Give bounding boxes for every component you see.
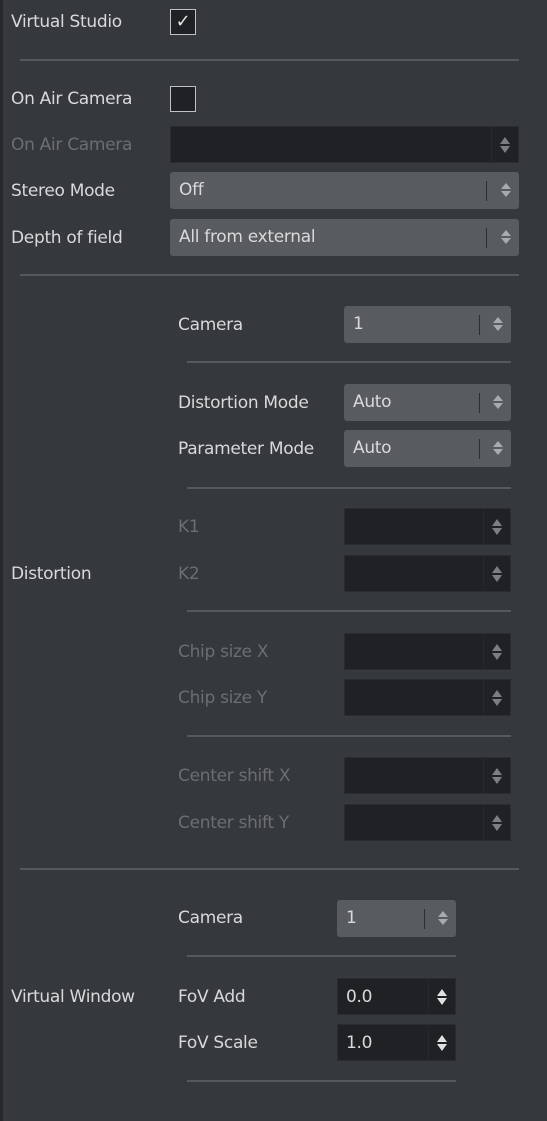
- fov-scale-spinbox[interactable]: 1.0: [337, 1024, 456, 1061]
- vw-camera-label: Camera: [178, 908, 243, 928]
- distortion-camera-label: Camera: [178, 315, 243, 335]
- stereo-mode-label: Stereo Mode: [11, 181, 115, 201]
- k2-label: K2: [178, 564, 200, 584]
- stereo-mode-dropdown[interactable]: Off: [170, 172, 519, 209]
- divider: [187, 610, 511, 612]
- chevron-updown-icon: [499, 180, 513, 200]
- divider: [187, 955, 456, 957]
- panel-border: [0, 0, 3, 1121]
- divider: [20, 274, 519, 276]
- distortion-mode-label: Distortion Mode: [178, 393, 309, 413]
- spin-arrows-icon[interactable]: [490, 517, 504, 537]
- spin-arrows-icon[interactable]: [435, 1033, 449, 1053]
- divider: [187, 361, 511, 363]
- fov-add-spinbox[interactable]: 0.0: [337, 978, 456, 1015]
- k2-spinbox[interactable]: [344, 555, 511, 592]
- divider: [20, 868, 519, 870]
- spin-arrows-icon[interactable]: [490, 642, 504, 662]
- k1-spinbox[interactable]: [344, 508, 511, 545]
- vw-camera-dropdown[interactable]: 1: [337, 900, 456, 937]
- virtual-studio-checkbox[interactable]: ✓: [170, 9, 196, 35]
- virtual-studio-label: Virtual Studio: [11, 12, 122, 32]
- chevron-updown-icon: [436, 908, 450, 928]
- divider: [187, 735, 511, 737]
- parameter-mode-dropdown[interactable]: Auto: [344, 430, 511, 467]
- center-shift-x-label: Center shift X: [178, 766, 291, 786]
- parameter-mode-label: Parameter Mode: [178, 439, 314, 459]
- fov-add-label: FoV Add: [178, 987, 246, 1007]
- spin-arrows-icon[interactable]: [490, 813, 504, 833]
- distortion-camera-dropdown[interactable]: 1: [344, 306, 511, 343]
- chevron-updown-icon: [491, 438, 505, 458]
- center-shift-y-label: Center shift Y: [178, 813, 289, 833]
- center-shift-x-spinbox[interactable]: [344, 757, 511, 794]
- on-air-camera-field-label: On Air Camera: [11, 135, 133, 155]
- fov-scale-label: FoV Scale: [178, 1033, 258, 1053]
- distortion-mode-dropdown[interactable]: Auto: [344, 384, 511, 421]
- chevron-updown-icon: [499, 227, 513, 247]
- chevron-updown-icon: [491, 314, 505, 334]
- spin-arrows-icon[interactable]: [490, 688, 504, 708]
- spin-arrows-icon[interactable]: [490, 564, 504, 584]
- depth-of-field-dropdown[interactable]: All from external: [170, 219, 519, 256]
- spin-arrows-icon[interactable]: [498, 135, 512, 155]
- distortion-section-label: Distortion: [11, 564, 92, 584]
- virtual-window-section-label: Virtual Window: [11, 987, 135, 1007]
- chip-size-y-label: Chip size Y: [178, 688, 268, 708]
- k1-label: K1: [178, 517, 200, 537]
- spin-arrows-icon[interactable]: [490, 766, 504, 786]
- depth-of-field-label: Depth of field: [11, 228, 123, 248]
- divider: [187, 487, 511, 489]
- chip-size-y-spinbox[interactable]: [344, 679, 511, 716]
- center-shift-y-spinbox[interactable]: [344, 804, 511, 841]
- divider: [20, 59, 519, 61]
- on-air-camera-label: On Air Camera: [11, 89, 133, 109]
- divider: [187, 1080, 456, 1082]
- spin-arrows-icon[interactable]: [435, 987, 449, 1007]
- chip-size-x-spinbox[interactable]: [344, 633, 511, 670]
- on-air-camera-spinbox[interactable]: [170, 126, 519, 163]
- chevron-updown-icon: [491, 392, 505, 412]
- chip-size-x-label: Chip size X: [178, 642, 269, 662]
- checkmark-icon: ✓: [175, 11, 191, 32]
- on-air-camera-checkbox[interactable]: [170, 86, 196, 112]
